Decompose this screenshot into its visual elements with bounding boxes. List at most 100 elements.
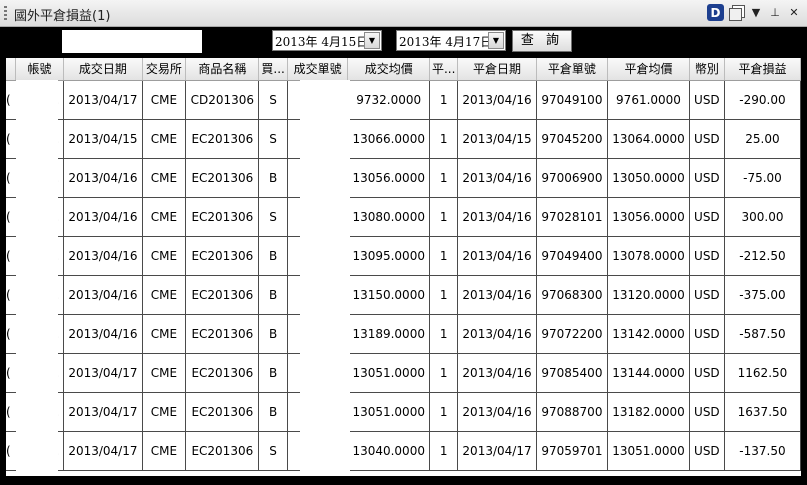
column-header[interactable]: 平倉均價	[607, 58, 690, 81]
end-date-picker[interactable]: 2013年 4月17日 ▼	[396, 30, 506, 51]
table-cell: EC201306	[185, 119, 260, 159]
column-header[interactable]: 帳號	[15, 58, 65, 81]
table-cell: CME	[142, 353, 187, 393]
masked-area	[16, 80, 58, 476]
table-cell: 1162.50	[724, 353, 801, 393]
table-cell: 2013/04/16	[457, 353, 537, 393]
table-cell: 13182.0000	[607, 392, 690, 432]
table-cell: (	[6, 158, 16, 198]
table-cell: 2013/04/16	[457, 314, 537, 354]
dropdown-icon[interactable]: ▼	[749, 6, 763, 19]
table-cell: USD	[689, 119, 725, 159]
table-cell: CME	[142, 80, 187, 120]
table-cell: 1	[429, 119, 459, 159]
table-cell: (	[6, 314, 16, 354]
query-button[interactable]: 查 詢	[512, 30, 572, 52]
table-cell: 97085400	[536, 353, 609, 393]
table-cell: 97049400	[536, 236, 609, 276]
table-cell: -290.00	[724, 80, 801, 120]
table-cell: 97068300	[536, 275, 609, 315]
table-cell: -212.50	[724, 236, 801, 276]
account-input[interactable]	[62, 30, 202, 53]
table-row[interactable]: (01...2013/04/17CMEEC201306S070013040.00…	[6, 431, 801, 471]
data-grid[interactable]: 帳號 成交日期 交易所 商品名稱 買... 成交單號 成交均價 平... 平倉日期 平倉單號 平倉均…	[6, 58, 801, 476]
table-cell: 97006900	[536, 158, 609, 198]
table-cell: (	[6, 275, 16, 315]
table-row[interactable]: (01...2013/04/16CMEEC201306S540013080.00…	[6, 197, 801, 237]
table-cell: 2013/04/16	[457, 197, 537, 237]
toolbar: 2013年 4月15日 ▼ 2013年 4月17日 ▼ 查 詢	[0, 27, 807, 58]
table-cell: USD	[689, 353, 725, 393]
table-cell: 13066.0000	[347, 119, 430, 159]
table-row[interactable]: (01...2013/04/17CMEEC201306B070013051.00…	[6, 392, 801, 432]
table-cell: (	[6, 353, 16, 393]
table-cell: B	[258, 275, 288, 315]
column-header[interactable]: 平倉日期	[457, 58, 537, 81]
table-cell: 300.00	[724, 197, 801, 237]
column-header[interactable]: 幣別	[689, 58, 725, 81]
table-cell: 1	[429, 353, 459, 393]
chevron-down-icon[interactable]: ▼	[364, 32, 380, 49]
table-cell: EC201306	[185, 158, 260, 198]
column-header[interactable]: 交易所	[142, 58, 187, 81]
table-cell: 9732.0000	[347, 80, 430, 120]
table-cell: USD	[689, 80, 725, 120]
column-header[interactable]: 成交日期	[63, 58, 143, 81]
table-row[interactable]: (01...2013/04/17CMEEC201306B970013051.00…	[6, 353, 801, 393]
table-cell: CME	[142, 275, 187, 315]
column-header[interactable]: 商品名稱	[185, 58, 260, 81]
table-cell: EC201306	[185, 197, 260, 237]
table-row[interactable]: (01...2013/04/16CMEEC201306B590013150.00…	[6, 275, 801, 315]
close-icon[interactable]: ✕	[787, 6, 801, 19]
table-cell: B	[258, 236, 288, 276]
table-cell: EC201306	[185, 314, 260, 354]
column-header[interactable]: 平倉損益	[724, 58, 801, 81]
table-cell: S	[258, 197, 288, 237]
table-cell: EC201306	[185, 275, 260, 315]
table-cell: 13078.0000	[607, 236, 690, 276]
table-cell: CME	[142, 314, 187, 354]
table-row[interactable]: (01...2013/04/15CMEEC201306S750013066.00…	[6, 119, 801, 159]
table-cell: CD201306	[185, 80, 260, 120]
d-icon[interactable]: D	[707, 4, 724, 21]
table-cell: 13189.0000	[347, 314, 430, 354]
table-cell: 13050.0000	[607, 158, 690, 198]
table-cell: S	[258, 119, 288, 159]
column-header[interactable]: 買...	[258, 58, 288, 81]
table-cell: 2013/04/17	[63, 353, 143, 393]
table-cell: 13120.0000	[607, 275, 690, 315]
grip-handle-icon[interactable]	[4, 6, 7, 22]
table-row[interactable]: (01...2013/04/16CMEEC201306B980013095.00…	[6, 236, 801, 276]
table-cell: (	[6, 236, 16, 276]
column-header[interactable]: 平...	[429, 58, 459, 81]
table-cell: (	[6, 392, 16, 432]
table-cell: USD	[689, 314, 725, 354]
table-cell: CME	[142, 158, 187, 198]
table-cell: S	[258, 80, 288, 120]
table-cell: 13080.0000	[347, 197, 430, 237]
table-cell: 1	[429, 314, 459, 354]
table-cell: 1	[429, 158, 459, 198]
table-cell: 2013/04/16	[457, 236, 537, 276]
copy-icon[interactable]	[729, 5, 745, 21]
table-row[interactable]: (01...2013/04/17CMECD201306S00009732.000…	[6, 80, 801, 120]
column-header-lead[interactable]	[6, 58, 16, 81]
column-header[interactable]: 成交均價	[347, 58, 430, 81]
start-date-picker[interactable]: 2013年 4月15日 ▼	[272, 30, 382, 51]
table-cell: CME	[142, 392, 187, 432]
table-cell: CME	[142, 236, 187, 276]
table-cell: 97088700	[536, 392, 609, 432]
table-cell: 13064.0000	[607, 119, 690, 159]
table-row[interactable]: (01...2013/04/16CMEEC201306B810013056.00…	[6, 158, 801, 198]
column-header[interactable]: 平倉單號	[536, 58, 609, 81]
table-cell: USD	[689, 431, 725, 471]
pin-icon[interactable]: ⊥	[768, 6, 782, 19]
column-header[interactable]: 成交單號	[287, 58, 349, 81]
closed-position-table: 帳號 成交日期 交易所 商品名稱 買... 成交單號 成交均價 平... 平倉日期 平倉單號 平倉均…	[6, 58, 801, 471]
title-bar[interactable]: 國外平倉損益(1) D ▼ ⊥ ✕	[0, 0, 807, 27]
table-cell: 2013/04/16	[457, 392, 537, 432]
chevron-down-icon[interactable]: ▼	[488, 32, 504, 49]
table-cell: USD	[689, 392, 725, 432]
table-row[interactable]: (01...2013/04/16CMEEC201306B880013189.00…	[6, 314, 801, 354]
table-cell: CME	[142, 119, 187, 159]
